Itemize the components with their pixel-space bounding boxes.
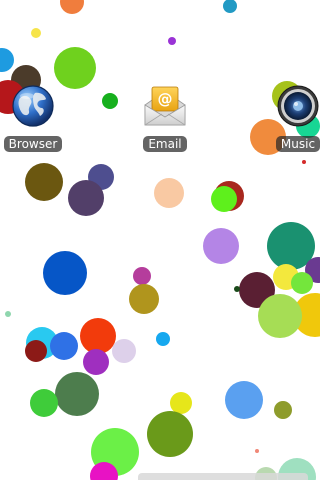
wallpaper-dot (25, 340, 47, 362)
wallpaper-dot (255, 449, 259, 453)
wallpaper-dot (223, 0, 237, 13)
wallpaper-dot (274, 401, 292, 419)
email-envelope-icon: @ (141, 82, 189, 130)
app-drawer-handle[interactable] (138, 473, 308, 480)
wallpaper-dot (5, 311, 11, 317)
wallpaper-dot (80, 318, 116, 354)
wallpaper-dot (156, 332, 170, 346)
wallpaper-dot (258, 294, 302, 338)
wallpaper-dot (60, 0, 84, 14)
wallpaper-dot (302, 160, 306, 164)
wallpaper-dot (112, 339, 136, 363)
wallpaper-dot (133, 267, 151, 285)
svg-text:@: @ (158, 90, 173, 108)
wallpaper-dot (102, 93, 118, 109)
wallpaper-dot (203, 228, 239, 264)
wallpaper-dot (168, 37, 176, 45)
wallpaper-dot (30, 389, 58, 417)
wallpaper-dot (68, 180, 104, 216)
wallpaper-dot (83, 349, 109, 375)
wallpaper-dot (147, 411, 193, 457)
live-wallpaper (0, 0, 320, 480)
email-shortcut[interactable]: @ Email (121, 82, 209, 156)
browser-label: Browser (3, 136, 63, 152)
wallpaper-dot (225, 381, 263, 419)
wallpaper-dot (50, 332, 78, 360)
wallpaper-dot (170, 392, 192, 414)
browser-shortcut[interactable]: Browser (0, 82, 77, 156)
wallpaper-dot (0, 48, 14, 72)
wallpaper-dot (291, 272, 313, 294)
wallpaper-dot (55, 372, 99, 416)
wallpaper-dot (25, 163, 63, 201)
music-label: Music (275, 136, 320, 152)
wallpaper-dot (129, 284, 159, 314)
wallpaper-dot (234, 286, 240, 292)
wallpaper-dot (211, 186, 237, 212)
wallpaper-dot (154, 178, 184, 208)
browser-globe-icon (9, 82, 57, 130)
wallpaper-dot (43, 251, 87, 295)
music-speaker-icon (274, 82, 320, 130)
music-shortcut[interactable]: Music (254, 82, 320, 156)
email-label: Email (143, 136, 187, 152)
wallpaper-dot (31, 28, 41, 38)
